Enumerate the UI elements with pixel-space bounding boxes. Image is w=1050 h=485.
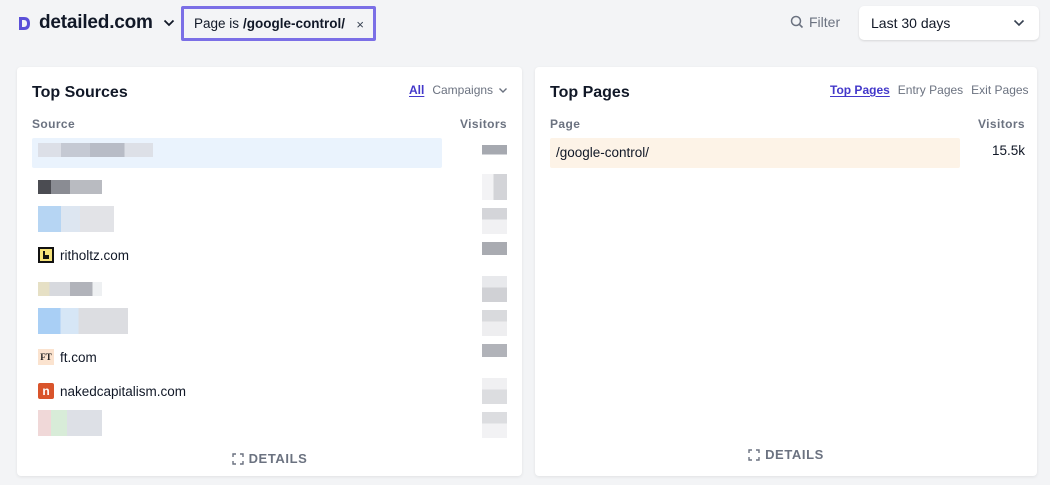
obscured-source-label	[38, 410, 102, 436]
obscured-visitor-count	[482, 310, 507, 336]
column-header-page: Page	[550, 117, 581, 131]
obscured-visitor-count	[482, 412, 507, 438]
source-label: FT ft.com	[38, 349, 97, 365]
obscured-visitor-count	[482, 344, 507, 370]
nakedcapitalism-favicon-icon: n	[38, 383, 54, 399]
obscured-source-label	[38, 282, 102, 296]
top-bar: detailed.com Page is /google-control/ × …	[0, 0, 1050, 56]
source-row[interactable]	[32, 206, 507, 236]
filter-pill-value: /google-control/	[243, 16, 346, 31]
source-name: ritholtz.com	[60, 247, 130, 263]
source-row[interactable]: n nakedcapitalism.com	[32, 376, 507, 406]
obscured-source-label	[38, 206, 114, 232]
column-header-source: Source	[32, 117, 76, 131]
tab-campaigns[interactable]: Campaigns	[432, 83, 508, 97]
close-icon[interactable]: ×	[356, 17, 364, 32]
obscured-visitor-count	[482, 276, 507, 302]
card-title: Top Pages	[550, 84, 630, 101]
source-label: n nakedcapitalism.com	[38, 383, 186, 399]
details-label: DETAILS	[248, 451, 308, 466]
date-range-label: Last 30 days	[871, 15, 951, 31]
page-label: /google-control/	[556, 145, 650, 160]
source-name: nakedcapitalism.com	[60, 383, 187, 399]
top-pages-card: Top Pages Top Pages Entry Pages Exit Pag…	[535, 67, 1037, 476]
obscured-source-label	[38, 308, 128, 334]
obscured-visitor-count	[482, 140, 507, 166]
pages-details-button[interactable]: DETAILS	[535, 447, 1037, 462]
chevron-down-icon	[163, 19, 174, 27]
tab-all[interactable]: All	[409, 83, 424, 97]
page-row[interactable]: /google-control/ 15.5k	[550, 138, 1025, 168]
sources-tabs: All Campaigns	[409, 83, 508, 97]
ritholtz-favicon-icon	[38, 247, 54, 263]
active-filter-pill[interactable]: Page is /google-control/ ×	[181, 6, 376, 41]
site-logo-icon	[19, 16, 30, 30]
sources-details-button[interactable]: DETAILS	[17, 451, 522, 466]
filter-button-label: Filter	[809, 14, 841, 30]
obscured-source-label	[38, 180, 102, 194]
search-icon	[790, 15, 804, 29]
obscured-source-label	[38, 143, 153, 157]
top-sources-card: Top Sources All Campaigns Source Visitor…	[17, 67, 522, 476]
tab-campaigns-label: Campaigns	[432, 83, 494, 97]
site-switcher[interactable]: detailed.com	[18, 10, 175, 36]
page-visitors: 15.5k	[991, 143, 1025, 158]
card-title: Top Sources	[32, 84, 128, 101]
chevron-down-icon	[499, 87, 508, 93]
date-range-select[interactable]: Last 30 days	[859, 6, 1039, 40]
source-row[interactable]	[32, 138, 507, 168]
source-row[interactable]: FT ft.com	[32, 342, 507, 372]
source-row[interactable]	[32, 274, 507, 304]
expand-icon	[231, 452, 244, 465]
source-name: ft.com	[60, 349, 97, 365]
tab-exit-pages[interactable]: Exit Pages	[971, 83, 1028, 97]
filter-button[interactable]: Filter	[790, 14, 840, 30]
tab-top-pages[interactable]: Top Pages	[830, 83, 890, 97]
obscured-visitor-count	[482, 378, 507, 404]
obscured-visitor-count	[482, 208, 507, 234]
column-header-visitors: Visitors	[460, 117, 507, 131]
filter-pill-prefix: Page is	[194, 16, 240, 31]
obscured-visitor-count	[482, 242, 507, 268]
ft-favicon-icon: FT	[38, 349, 54, 365]
expand-icon	[748, 448, 760, 461]
tab-entry-pages[interactable]: Entry Pages	[898, 83, 963, 97]
details-label: DETAILS	[765, 447, 824, 462]
pages-tabs: Top Pages Entry Pages Exit Pages	[830, 83, 1029, 97]
obscured-visitor-count	[482, 174, 507, 200]
source-row[interactable]	[32, 410, 507, 440]
source-row[interactable]: ritholtz.com	[32, 240, 507, 270]
source-row[interactable]	[32, 172, 507, 202]
site-name: detailed.com	[39, 12, 153, 33]
column-header-visitors: Visitors	[978, 117, 1025, 131]
source-label: ritholtz.com	[38, 247, 129, 263]
source-row[interactable]	[32, 308, 507, 338]
chevron-down-icon	[1013, 19, 1025, 27]
